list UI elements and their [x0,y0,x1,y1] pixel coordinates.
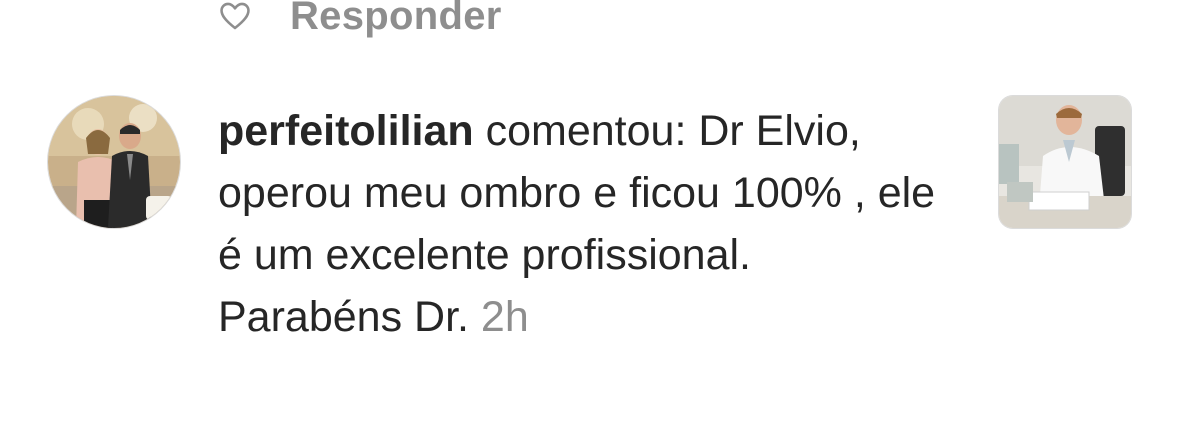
avatar[interactable] [48,96,180,228]
timestamp: 2h [480,293,529,341]
notification-text: perfeitolilian comentou: Dr Elvio, opero… [218,100,938,348]
heart-icon[interactable] [218,0,252,33]
reply-button[interactable]: Responder [290,0,502,39]
comment-actions: Responder [218,0,502,46]
post-thumbnail[interactable] [999,96,1131,228]
action-text: comentou: [485,107,687,155]
username[interactable]: perfeitolilian [218,107,474,155]
